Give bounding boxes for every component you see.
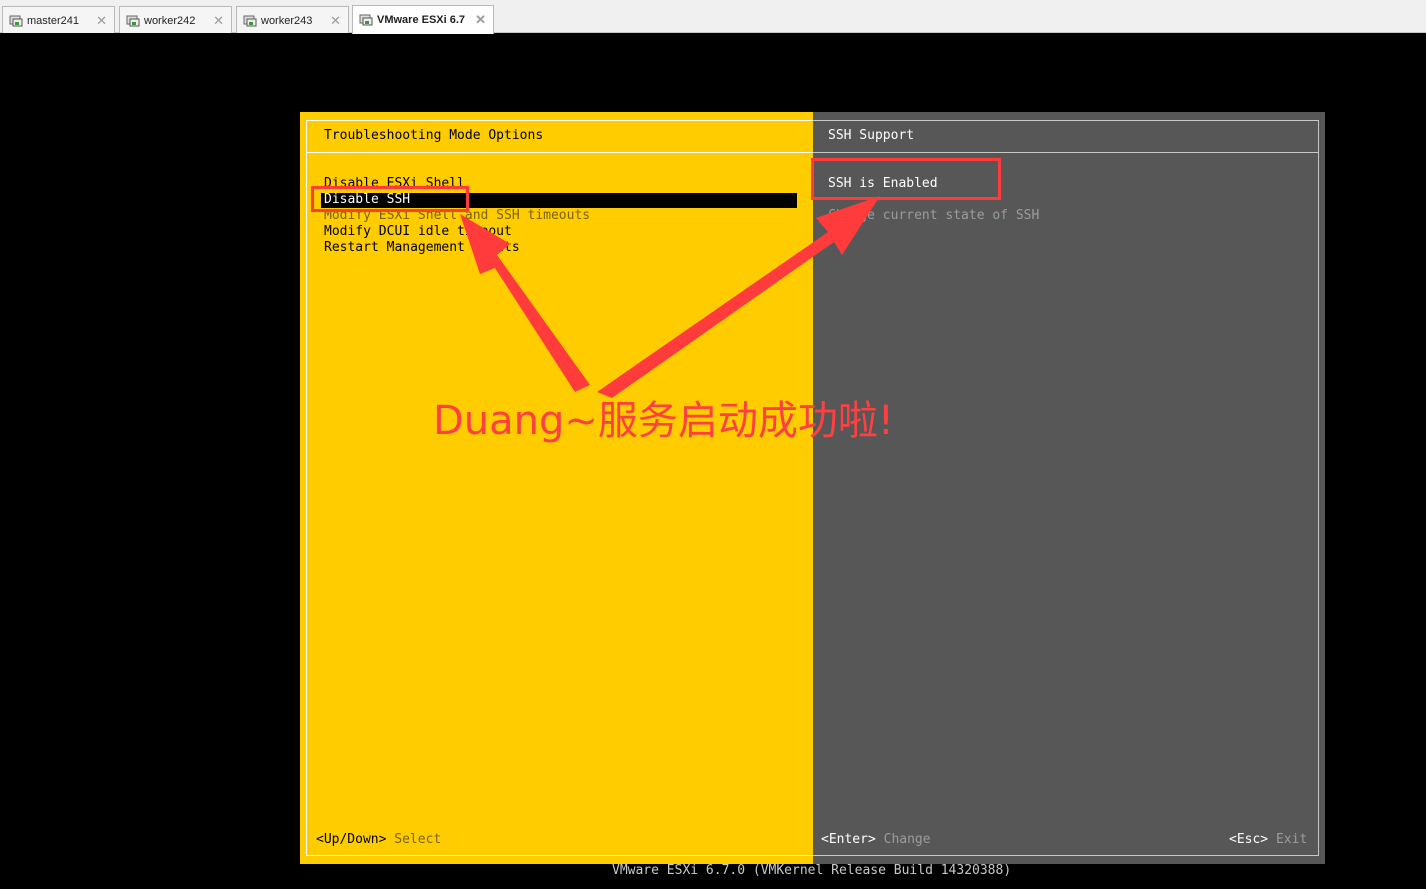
key-up-down: <Up/Down>	[316, 832, 387, 847]
tab-label: VMware ESXi 6.7	[377, 14, 466, 26]
dcui-window: Troubleshooting Mode Options Disable ESX…	[300, 112, 1325, 864]
key-hint-select: <Up/Down> Select	[316, 832, 441, 848]
options-panel: Troubleshooting Mode Options Disable ESX…	[300, 112, 813, 864]
vm-icon	[243, 15, 257, 27]
ssh-description: Change current state of SSH	[828, 208, 1040, 223]
tab-vmware-esxi[interactable]: VMware ESXi 6.7 ✕	[352, 5, 494, 34]
close-icon[interactable]: ✕	[213, 13, 224, 29]
panel-border	[813, 120, 1319, 856]
tab-label: worker242	[144, 15, 196, 27]
exit-label: Exit	[1275, 832, 1308, 847]
key-hint-exit: <Esc> Exit	[1229, 832, 1307, 848]
tab-label: master241	[27, 15, 79, 27]
vm-icon	[359, 14, 373, 26]
panel-title: Troubleshooting Mode Options	[324, 128, 544, 143]
close-icon[interactable]: ✕	[96, 13, 107, 29]
vm-icon	[126, 15, 140, 27]
details-panel: SSH Support SSH is Enabled Change curren…	[813, 112, 1325, 864]
vm-icon	[9, 15, 23, 27]
menu-item-modify-timeouts[interactable]: Modify ESXi Shell and SSH timeouts	[324, 208, 590, 224]
select-label: Select	[394, 832, 442, 847]
build-info: VMware ESXi 6.7.0 (VMKernel Release Buil…	[612, 863, 1012, 878]
title-divider	[307, 152, 813, 153]
key-esc: <Esc>	[1229, 832, 1269, 847]
tab-worker243[interactable]: worker243 ✕	[236, 6, 349, 33]
key-hint-change: <Enter> Change	[821, 832, 931, 848]
menu-item-disable-esxi-shell[interactable]: Disable ESXi Shell	[324, 176, 465, 192]
tab-worker242[interactable]: worker242 ✕	[119, 6, 232, 33]
change-label: Change	[883, 832, 931, 847]
tab-label: worker243	[261, 15, 313, 27]
menu-item-disable-ssh[interactable]: Disable SSH	[324, 192, 410, 208]
menu-item-modify-dcui-timeout[interactable]: Modify DCUI idle timeout	[324, 224, 512, 240]
details-title: SSH Support	[828, 128, 915, 143]
tab-master241[interactable]: master241 ✕	[2, 6, 115, 33]
ssh-status: SSH is Enabled	[828, 176, 938, 191]
title-divider	[813, 152, 1318, 153]
key-enter: <Enter>	[821, 832, 876, 847]
close-icon[interactable]: ✕	[330, 13, 341, 29]
close-icon[interactable]: ✕	[475, 12, 486, 28]
menu-item-restart-agents[interactable]: Restart Management Agents	[324, 240, 520, 256]
tab-bar: master241 ✕ worker242 ✕ worker243 ✕ VMwa…	[0, 0, 1426, 34]
